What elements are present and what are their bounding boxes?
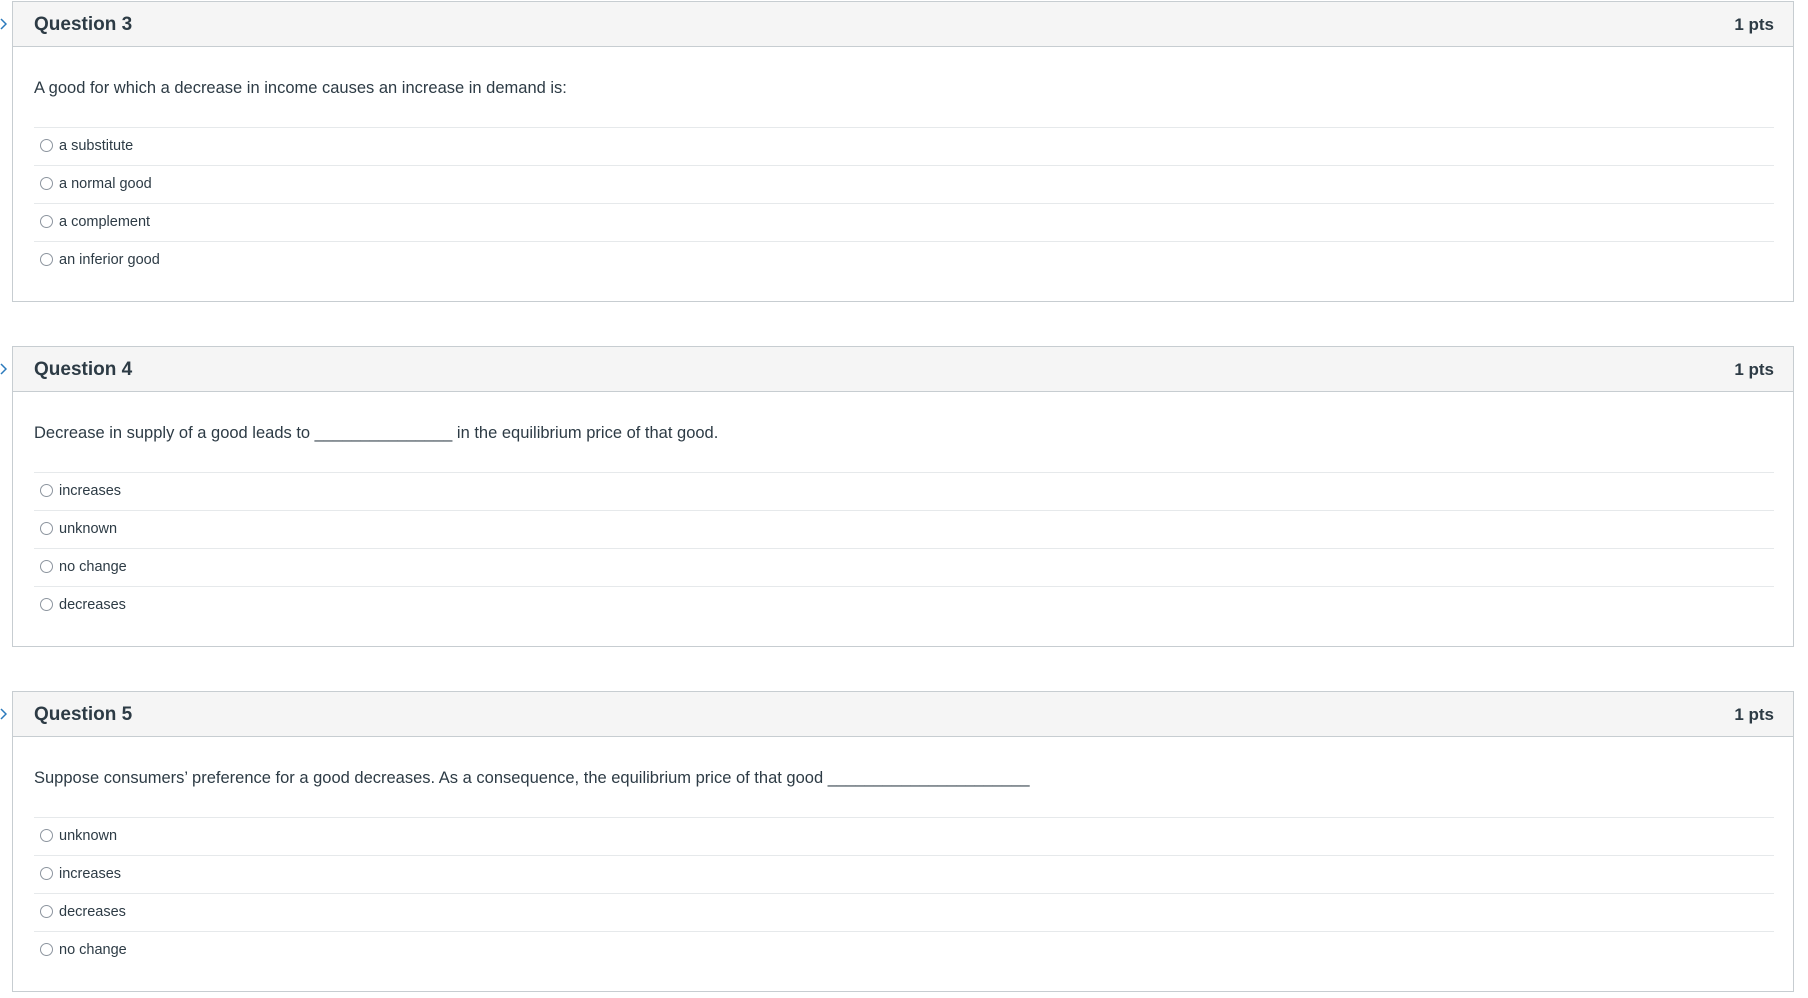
answer-option[interactable]: unknown [34, 511, 1774, 549]
radio-button-icon[interactable] [40, 905, 53, 918]
radio-button-icon[interactable] [40, 943, 53, 956]
radio-button-icon[interactable] [40, 560, 53, 573]
answer-option[interactable]: no change [34, 549, 1774, 587]
bookmark-flag-icon[interactable] [0, 363, 7, 375]
answer-option[interactable]: a substitute [34, 128, 1774, 166]
question-5: Question 5 1 pts Suppose consumers’ pref… [0, 691, 1794, 992]
answer-option[interactable]: an inferior good [34, 242, 1774, 280]
radio-button-icon[interactable] [40, 522, 53, 535]
answer-list: increases unknown no change decreases [34, 472, 1774, 625]
answer-option[interactable]: increases [34, 473, 1774, 511]
answer-label: increases [59, 483, 122, 499]
answer-option[interactable]: no change [34, 932, 1774, 970]
answer-label: a normal good [59, 176, 152, 192]
answer-option[interactable]: a complement [34, 204, 1774, 242]
answer-option[interactable]: decreases [34, 587, 1774, 625]
question-header: Question 4 1 pts [13, 347, 1793, 392]
answer-label: unknown [59, 828, 118, 844]
radio-button-icon[interactable] [40, 598, 53, 611]
answer-label: decreases [59, 597, 126, 613]
answer-label: increases [59, 866, 122, 882]
answer-list: unknown increases decreases no change [34, 817, 1774, 970]
question-points: 1 pts [1734, 360, 1774, 379]
radio-button-icon[interactable] [40, 484, 53, 497]
bookmark-flag-icon[interactable] [0, 708, 7, 720]
answer-label: no change [59, 942, 127, 958]
radio-button-icon[interactable] [40, 177, 53, 190]
question-header: Question 3 1 pts [13, 2, 1793, 47]
answer-label: a complement [59, 214, 151, 230]
answer-label: an inferior good [59, 252, 160, 268]
question-title: Question 4 [34, 359, 133, 380]
answer-label: a substitute [59, 138, 134, 154]
answer-list: a substitute a normal good a complement … [34, 127, 1774, 280]
answer-option[interactable]: increases [34, 856, 1774, 894]
answer-label: decreases [59, 904, 126, 920]
radio-button-icon[interactable] [40, 867, 53, 880]
radio-button-icon[interactable] [40, 215, 53, 228]
radio-button-icon[interactable] [40, 829, 53, 842]
question-title: Question 3 [34, 14, 133, 35]
question-3: Question 3 1 pts A good for which a decr… [0, 1, 1794, 302]
radio-button-icon[interactable] [40, 139, 53, 152]
answer-option[interactable]: decreases [34, 894, 1774, 932]
question-title: Question 5 [34, 704, 133, 725]
bookmark-flag-icon[interactable] [0, 18, 7, 30]
question-header: Question 5 1 pts [13, 692, 1793, 737]
answer-option[interactable]: unknown [34, 818, 1774, 856]
question-4: Question 4 1 pts Decrease in supply of a… [0, 346, 1794, 647]
answer-label: no change [59, 559, 127, 575]
question-text: Suppose consumers’ preference for a good… [34, 769, 1030, 787]
question-points: 1 pts [1734, 705, 1774, 724]
question-points: 1 pts [1734, 15, 1774, 34]
question-text: A good for which a decrease in income ca… [34, 79, 567, 97]
question-text: Decrease in supply of a good leads to __… [34, 424, 719, 442]
radio-button-icon[interactable] [40, 253, 53, 266]
answer-label: unknown [59, 521, 118, 537]
answer-option[interactable]: a normal good [34, 166, 1774, 204]
